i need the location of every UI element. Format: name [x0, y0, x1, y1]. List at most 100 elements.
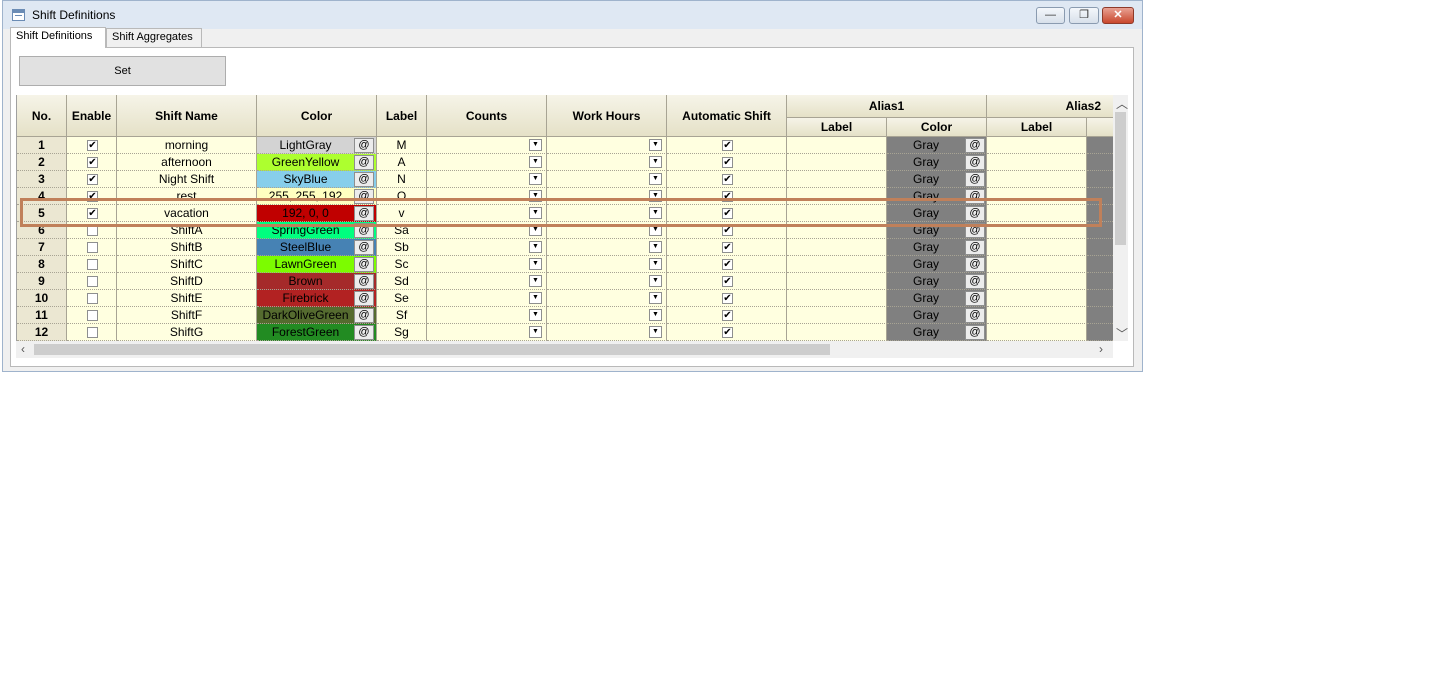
counts-dropdown-icon[interactable]: ▼	[529, 275, 542, 287]
alias1-color-picker-button[interactable]: @	[965, 155, 985, 170]
color-cell[interactable]: SteelBlue @	[257, 239, 377, 256]
header-no[interactable]: No.	[17, 95, 67, 137]
header-enable[interactable]: Enable	[67, 95, 117, 137]
automatic-shift-checkbox[interactable]: ✔	[722, 293, 733, 304]
alias2-color-cell[interactable]	[1087, 324, 1114, 341]
alias2-label-cell[interactable]	[987, 154, 1087, 171]
enable-cell[interactable]	[67, 307, 117, 324]
alias1-label-cell[interactable]	[787, 324, 887, 341]
row-number-cell[interactable]: 12	[17, 324, 67, 341]
counts-dropdown-icon[interactable]: ▼	[529, 258, 542, 270]
label-cell[interactable]: Sd	[377, 273, 427, 290]
work-hours-cell[interactable]: ▼	[547, 154, 667, 171]
close-button[interactable]: ✕	[1102, 7, 1134, 24]
work-hours-cell[interactable]: ▼	[547, 171, 667, 188]
alias1-color-picker-button[interactable]: @	[965, 172, 985, 187]
automatic-shift-cell[interactable]: ✔	[667, 239, 787, 256]
automatic-shift-checkbox[interactable]: ✔	[722, 327, 733, 338]
alias2-label-cell[interactable]	[987, 307, 1087, 324]
row-number-cell[interactable]: 3	[17, 171, 67, 188]
title-bar[interactable]: Shift Definitions — ❐ ✕	[3, 1, 1142, 29]
alias2-color-cell[interactable]	[1087, 239, 1114, 256]
counts-dropdown-icon[interactable]: ▼	[529, 292, 542, 304]
automatic-shift-cell[interactable]: ✔	[667, 273, 787, 290]
alias1-color-cell[interactable]: Gray @	[887, 171, 987, 188]
enable-cell[interactable]: ✔	[67, 171, 117, 188]
color-cell[interactable]: Firebrick @	[257, 290, 377, 307]
alias2-color-cell[interactable]	[1087, 256, 1114, 273]
header-alias2-color[interactable]	[1087, 118, 1114, 137]
header-work-hours[interactable]: Work Hours	[547, 95, 667, 137]
counts-dropdown-icon[interactable]: ▼	[529, 326, 542, 338]
tab-shift-aggregates[interactable]: Shift Aggregates	[106, 28, 202, 47]
work-hours-cell[interactable]: ▼	[547, 239, 667, 256]
color-picker-button[interactable]: @	[354, 257, 374, 272]
alias1-label-cell[interactable]	[787, 137, 887, 154]
enable-cell[interactable]	[67, 256, 117, 273]
enable-checkbox[interactable]	[87, 310, 98, 321]
color-cell[interactable]: GreenYellow @	[257, 154, 377, 171]
counts-dropdown-icon[interactable]: ▼	[529, 139, 542, 151]
label-cell[interactable]: N	[377, 171, 427, 188]
enable-checkbox[interactable]	[87, 276, 98, 287]
alias1-color-cell[interactable]: Gray @	[887, 324, 987, 341]
work-hours-cell[interactable]: ▼	[547, 273, 667, 290]
color-picker-button[interactable]: @	[354, 274, 374, 289]
enable-checkbox[interactable]: ✔	[87, 140, 98, 151]
automatic-shift-checkbox[interactable]: ✔	[722, 174, 733, 185]
alias1-label-cell[interactable]	[787, 256, 887, 273]
header-alias1-label[interactable]: Label	[787, 118, 887, 137]
label-cell[interactable]: Se	[377, 290, 427, 307]
alias1-label-cell[interactable]	[787, 239, 887, 256]
work-hours-dropdown-icon[interactable]: ▼	[649, 139, 662, 151]
color-cell[interactable]: DarkOliveGreen @	[257, 307, 377, 324]
alias1-label-cell[interactable]	[787, 307, 887, 324]
alias2-label-cell[interactable]	[987, 324, 1087, 341]
alias1-color-picker-button[interactable]: @	[965, 274, 985, 289]
counts-dropdown-icon[interactable]: ▼	[529, 173, 542, 185]
alias1-color-picker-button[interactable]: @	[965, 240, 985, 255]
alias1-color-picker-button[interactable]: @	[965, 325, 985, 340]
enable-checkbox[interactable]	[87, 242, 98, 253]
alias2-color-cell[interactable]	[1087, 307, 1114, 324]
header-alias1-color[interactable]: Color	[887, 118, 987, 137]
row-number-cell[interactable]: 1	[17, 137, 67, 154]
color-picker-button[interactable]: @	[354, 308, 374, 323]
counts-cell[interactable]: ▼	[427, 154, 547, 171]
automatic-shift-checkbox[interactable]: ✔	[722, 242, 733, 253]
color-picker-button[interactable]: @	[354, 291, 374, 306]
counts-cell[interactable]: ▼	[427, 171, 547, 188]
automatic-shift-cell[interactable]: ✔	[667, 290, 787, 307]
header-alias2[interactable]: Alias2	[987, 95, 1114, 118]
counts-cell[interactable]: ▼	[427, 239, 547, 256]
vertical-scroll-thumb[interactable]	[1115, 112, 1126, 245]
enable-cell[interactable]	[67, 273, 117, 290]
automatic-shift-checkbox[interactable]: ✔	[722, 310, 733, 321]
alias2-color-cell[interactable]	[1087, 273, 1114, 290]
shift-name-cell[interactable]: ShiftB	[117, 239, 257, 256]
work-hours-cell[interactable]: ▼	[547, 290, 667, 307]
work-hours-dropdown-icon[interactable]: ▼	[649, 241, 662, 253]
enable-checkbox[interactable]	[87, 327, 98, 338]
row-number-cell[interactable]: 10	[17, 290, 67, 307]
horizontal-scrollbar[interactable]: ‹ ›	[16, 341, 1113, 358]
work-hours-dropdown-icon[interactable]: ▼	[649, 326, 662, 338]
color-picker-button[interactable]: @	[354, 155, 374, 170]
automatic-shift-checkbox[interactable]: ✔	[722, 157, 733, 168]
color-cell[interactable]: SkyBlue @	[257, 171, 377, 188]
horizontal-scroll-thumb[interactable]	[34, 344, 830, 355]
alias1-color-cell[interactable]: Gray @	[887, 256, 987, 273]
alias2-label-cell[interactable]	[987, 171, 1087, 188]
header-counts[interactable]: Counts	[427, 95, 547, 137]
alias2-label-cell[interactable]	[987, 256, 1087, 273]
enable-cell[interactable]: ✔	[67, 137, 117, 154]
enable-checkbox[interactable]	[87, 293, 98, 304]
shift-name-cell[interactable]: ShiftG	[117, 324, 257, 341]
shift-name-cell[interactable]: ShiftE	[117, 290, 257, 307]
enable-cell[interactable]	[67, 324, 117, 341]
alias2-color-cell[interactable]	[1087, 137, 1114, 154]
color-cell[interactable]: Brown @	[257, 273, 377, 290]
label-cell[interactable]: Sg	[377, 324, 427, 341]
automatic-shift-cell[interactable]: ✔	[667, 137, 787, 154]
counts-cell[interactable]: ▼	[427, 256, 547, 273]
